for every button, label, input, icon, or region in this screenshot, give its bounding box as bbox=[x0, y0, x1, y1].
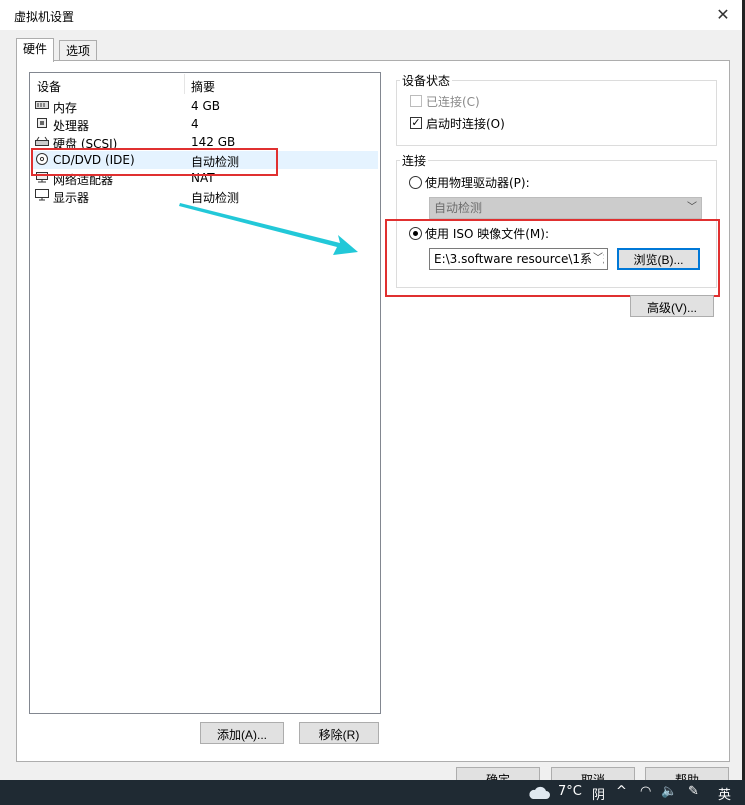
wifi-icon[interactable]: ◠ bbox=[640, 784, 651, 799]
device-status-group bbox=[396, 80, 717, 146]
pen-icon[interactable]: ✎ bbox=[688, 784, 699, 799]
device-summary: 4 GB bbox=[191, 99, 220, 113]
annotation-highlight-cddvd bbox=[31, 148, 278, 176]
device-status-legend: 设备状态 bbox=[400, 72, 453, 89]
annotation-arrow bbox=[179, 203, 358, 255]
physical-drive-label: 使用物理驱动器(P): bbox=[425, 176, 530, 190]
connect-at-power-on-label: 启动时连接(O) bbox=[426, 117, 505, 131]
tab-options[interactable]: 选项 bbox=[59, 40, 98, 61]
add-device-button[interactable]: 添加(A)... bbox=[200, 722, 284, 744]
device-name: 内存 bbox=[53, 101, 78, 115]
column-header-device[interactable]: 设备 bbox=[37, 78, 61, 95]
processor-icon bbox=[37, 118, 47, 128]
device-row-processor[interactable]: 处理器 4 bbox=[31, 115, 378, 133]
taskbar: 7°C 阴 ^ ◠ 🔈 ✎ 英 bbox=[0, 780, 745, 805]
cloud-icon bbox=[529, 786, 550, 799]
title-bar: 虚拟机设置 ✕ bbox=[0, 0, 742, 30]
device-summary: 142 GB bbox=[191, 135, 236, 149]
weather-temperature[interactable]: 7°C bbox=[558, 784, 582, 799]
annotation-highlight-iso bbox=[385, 219, 720, 297]
connect-at-power-on-checkbox[interactable]: ✓ bbox=[410, 117, 422, 129]
chevron-down-icon: ﹀ bbox=[687, 202, 697, 213]
harddisk-icon bbox=[35, 136, 49, 146]
input-method-indicator[interactable]: 英 bbox=[718, 784, 731, 803]
device-name: 处理器 bbox=[53, 119, 90, 133]
close-icon[interactable]: ✕ bbox=[712, 4, 734, 26]
column-header-summary[interactable]: 摘要 bbox=[191, 78, 215, 95]
tab-hardware[interactable]: 硬件 bbox=[16, 38, 55, 62]
connected-label: 已连接(C) bbox=[426, 95, 480, 109]
column-separator bbox=[184, 74, 185, 94]
physical-drive-select-value: 自动检测 bbox=[434, 201, 483, 215]
physical-drive-radio[interactable] bbox=[409, 176, 422, 189]
window-title: 虚拟机设置 bbox=[14, 10, 75, 24]
vm-settings-dialog: 虚拟机设置 ✕ 硬件 选项 设备 摘要 内存 4 GB 处理器 4 硬盘 (SC… bbox=[0, 0, 743, 789]
weather-condition[interactable]: 阴 bbox=[592, 784, 605, 803]
physical-drive-select[interactable]: 自动检测 ﹀ bbox=[429, 197, 702, 219]
display-icon bbox=[35, 189, 49, 201]
volume-icon[interactable]: 🔈 bbox=[661, 784, 677, 799]
connected-checkbox[interactable] bbox=[410, 95, 422, 107]
device-summary: 4 bbox=[191, 117, 199, 131]
advanced-button[interactable]: 高级(V)... bbox=[630, 295, 714, 317]
remove-device-button[interactable]: 移除(R) bbox=[299, 722, 379, 744]
device-row-memory[interactable]: 内存 4 GB bbox=[31, 97, 378, 115]
connection-legend: 连接 bbox=[400, 152, 429, 169]
device-name: 显示器 bbox=[53, 191, 90, 205]
chevron-up-icon[interactable]: ^ bbox=[616, 784, 627, 799]
memory-icon bbox=[35, 101, 49, 109]
